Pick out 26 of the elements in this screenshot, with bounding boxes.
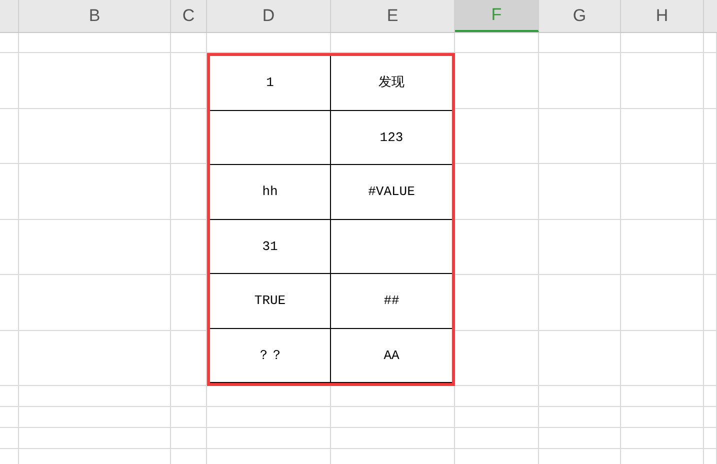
cell-text: ？？ bbox=[257, 346, 283, 364]
cell-text: hh bbox=[262, 183, 278, 201]
column-header[interactable]: D bbox=[207, 0, 331, 32]
spreadsheet-cell[interactable]: hh bbox=[210, 165, 331, 220]
cell-text: 31 bbox=[262, 238, 278, 256]
spreadsheet-cell[interactable] bbox=[210, 110, 331, 165]
spreadsheet-cell[interactable]: ？？ bbox=[210, 328, 331, 383]
cell-text: 发现 bbox=[378, 74, 404, 92]
cell-text: TRUE bbox=[254, 292, 286, 310]
cell-text: AA bbox=[384, 346, 400, 364]
column-header[interactable]: G bbox=[539, 0, 621, 32]
spreadsheet-cell[interactable]: 31 bbox=[210, 220, 331, 274]
spreadsheet-cell[interactable]: TRUE bbox=[210, 274, 331, 328]
column-header[interactable]: C bbox=[171, 0, 207, 32]
cell-text: 123 bbox=[380, 128, 404, 146]
column-header[interactable]: H bbox=[621, 0, 704, 32]
spreadsheet-cell[interactable]: AA bbox=[331, 328, 452, 383]
spreadsheet-cell[interactable]: 1 bbox=[210, 56, 331, 110]
column-header[interactable]: B bbox=[19, 0, 171, 32]
spreadsheet-cell[interactable]: 发现 bbox=[331, 56, 452, 110]
spreadsheet-cell[interactable]: 123 bbox=[331, 110, 452, 165]
spreadsheet-cell[interactable]: #VALUE bbox=[331, 165, 452, 220]
cell-text: #VALUE bbox=[368, 183, 415, 201]
spreadsheet-cell[interactable]: ## bbox=[331, 274, 452, 328]
cell-text: 1 bbox=[266, 74, 274, 92]
cell-text: ## bbox=[384, 292, 400, 310]
